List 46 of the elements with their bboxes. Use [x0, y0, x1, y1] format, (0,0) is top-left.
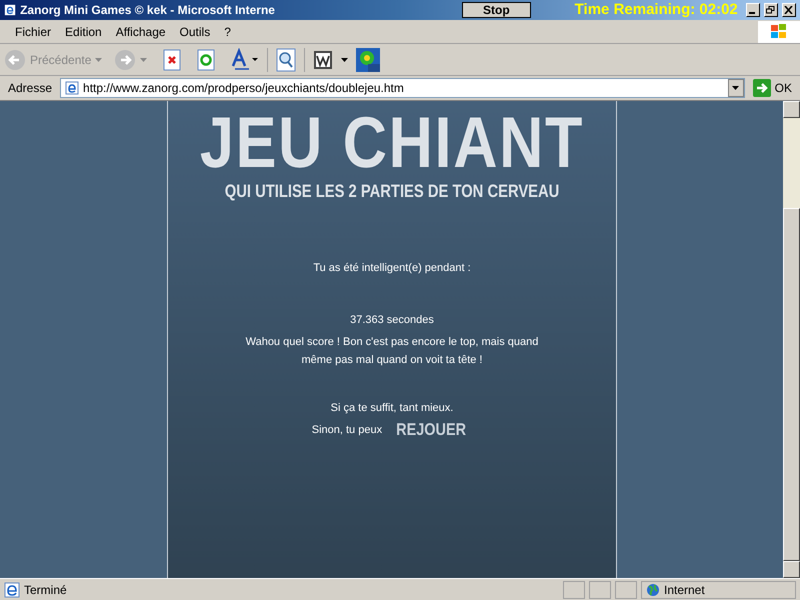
page-title: JEU CHIANT: [200, 105, 584, 181]
caret-icon: [140, 58, 148, 62]
message-text: Tu as été intelligent(e) pendant :: [313, 261, 471, 276]
menu-item[interactable]: ?: [217, 22, 238, 40]
font-size-icon[interactable]: [231, 48, 260, 72]
menu-item[interactable]: Fichier: [8, 22, 58, 40]
restore-icon: [766, 6, 776, 14]
stop-page-icon[interactable]: [163, 48, 182, 70]
window-title: Zanorg Mini Games © kek - Microsoft Interne: [20, 2, 276, 19]
dropdown-button[interactable]: [728, 79, 744, 97]
status-text: Terminé: [24, 582, 68, 598]
restore-button[interactable]: [764, 3, 778, 17]
scrollbar[interactable]: [783, 101, 800, 578]
caret-icon: [732, 86, 740, 90]
address-field[interactable]: http://www.zanorg.com/prodperso/jeuxchiants/doublejeu.htm: [60, 78, 745, 98]
status-pane: [615, 580, 637, 598]
score-text: 37.363 secondes: [350, 313, 434, 328]
minimize-button[interactable]: [746, 3, 760, 17]
zone-text: Internet: [664, 582, 705, 598]
status-pane: [563, 580, 585, 598]
caret-icon: [341, 58, 348, 62]
go-button[interactable]: OK: [748, 79, 796, 97]
globe-icon: [646, 582, 660, 596]
caret-icon: [95, 58, 102, 62]
page-icon: [4, 582, 20, 598]
flag-logo-icon: [770, 24, 788, 40]
magnifier-page-icon[interactable]: [276, 48, 296, 72]
browser-icon: [4, 3, 16, 17]
flower-app-icon[interactable]: [356, 48, 380, 72]
message-text: Si ça te suffit, tant mieux.: [330, 401, 454, 416]
menu-item[interactable]: Edition: [58, 22, 109, 40]
menu-item[interactable]: Outils: [172, 22, 218, 40]
address-label: Adresse: [7, 80, 54, 97]
menu-item[interactable]: Affichage: [108, 22, 173, 40]
close-icon: [784, 6, 794, 14]
refresh-icon[interactable]: [197, 48, 216, 70]
status-pane: [589, 580, 611, 598]
page-subtitle: QUI UTILISE LES 2 PARTIES DE TON CERVEAU: [224, 181, 560, 201]
page-icon: [65, 81, 80, 95]
message-text: Sinon, tu peux: [312, 423, 382, 438]
w-document-icon[interactable]: [313, 50, 334, 70]
message-text: Wahou quel score ! Bon c'est pas encore le top, mais quand même pas mal quand on voit ta tête !: [244, 335, 540, 368]
stop-button[interactable]: Stop: [462, 2, 531, 18]
timer-text: Time Remaining: 02:02: [574, 0, 738, 20]
close-button[interactable]: [782, 3, 796, 17]
replay-link[interactable]: REJOUER: [396, 421, 466, 439]
